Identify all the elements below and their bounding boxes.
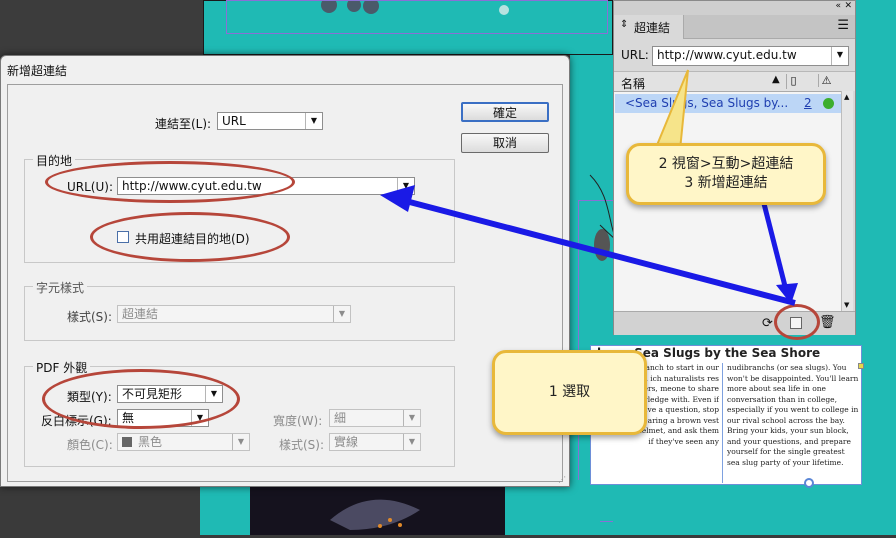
- annotation-arrows: [380, 69, 798, 415]
- callout-select: 1 選取: [492, 350, 647, 435]
- callout-menu-line2: 3 新增超連結: [684, 175, 768, 191]
- callout-menu-line1: 2 視窗>互動>超連結: [658, 156, 794, 172]
- callout-menu-steps: 2 視窗>互動>超連結 3 新增超連結: [626, 143, 826, 205]
